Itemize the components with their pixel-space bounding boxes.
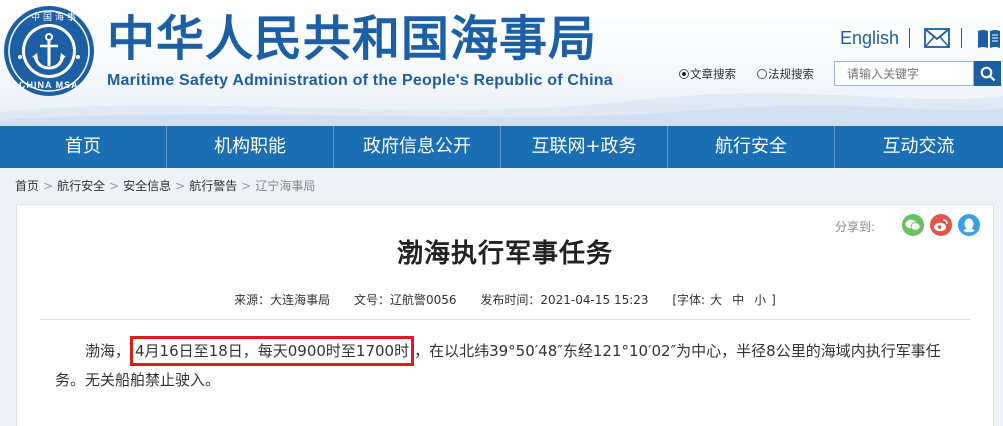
- main-nav: 首页 机构职能 政府信息公开 互联网+政务 航行安全 互动交流: [0, 126, 1003, 168]
- article-body: 渤海， 4月16日至18日，每天0900时至1700时 ，在以北纬39°50′48″…: [55, 336, 955, 395]
- font-size-controls: [字体: 大中小]: [672, 293, 775, 307]
- article-publish-time: 发布时间：2021-04-15 15:23: [480, 293, 649, 307]
- article-panel: 分享到: 渤海执行军事任务 来源：大连海事局 文号：辽航警0056 发布时间：2…: [16, 204, 994, 426]
- logo-text-bottom: CHINA MSA: [19, 80, 79, 90]
- nav-item-gov-info[interactable]: 政府信息公开: [334, 126, 501, 168]
- logo-text-top: 中国海事: [31, 13, 80, 23]
- site-header: 中国海事 CHINA MSA 中华人民共和国海事局 Maritime Safet…: [0, 0, 1003, 126]
- font-size-close: ]: [771, 293, 776, 307]
- radio-selected-icon: [679, 69, 689, 79]
- article-meta: 来源：大连海事局 文号：辽航警0056 发布时间：2021-04-15 15:2…: [17, 291, 993, 308]
- nav-item-navigation-safety[interactable]: 航行安全: [668, 126, 835, 168]
- font-size-medium[interactable]: 中: [732, 293, 744, 307]
- search-option-regulation-label: 法规搜索: [768, 67, 814, 81]
- breadcrumb-separator: >: [241, 179, 252, 193]
- font-size-label: [字体:: [672, 293, 706, 307]
- site-title-cn: 中华人民共和国海事局: [107, 11, 598, 67]
- book-icon[interactable]: [976, 28, 1002, 50]
- article-title: 渤海执行军事任务: [396, 239, 613, 269]
- highlighted-date-range: 4月16日至18日，每天0900时至1700时: [130, 336, 415, 366]
- english-link[interactable]: English: [840, 28, 899, 49]
- header-separator: [961, 28, 962, 48]
- breadcrumb-separator: >: [175, 179, 186, 193]
- search-option-article-label: 文章搜索: [690, 67, 736, 81]
- nav-item-internet-gov[interactable]: 互联网+政务: [501, 126, 668, 168]
- site-title-en: Maritime Safety Administration of the Pe…: [107, 72, 613, 89]
- search-option-article[interactable]: 文章搜索: [679, 66, 736, 82]
- mail-icon[interactable]: [924, 28, 950, 48]
- article-body-prefix: 渤海，: [85, 342, 131, 360]
- font-size-small[interactable]: 小: [754, 293, 766, 307]
- breadcrumb-navigation-safety[interactable]: 航行安全: [57, 179, 105, 193]
- breadcrumb-current[interactable]: 辽宁海事局: [255, 179, 315, 193]
- font-size-large[interactable]: 大: [710, 293, 722, 307]
- meta-divider: [40, 319, 970, 320]
- search-button[interactable]: [974, 61, 1001, 86]
- nav-item-interaction[interactable]: 互动交流: [835, 126, 1002, 168]
- nav-item-home[interactable]: 首页: [0, 126, 167, 168]
- breadcrumb-separator: >: [109, 179, 120, 193]
- search-input[interactable]: [834, 61, 974, 86]
- breadcrumb-safety-info[interactable]: 安全信息: [123, 179, 171, 193]
- header-separator: [909, 28, 910, 48]
- article-doc-number: 文号：辽航警0056: [354, 293, 457, 307]
- breadcrumb-separator: >: [43, 179, 54, 193]
- article-source: 来源：大连海事局: [234, 293, 331, 307]
- breadcrumb-nav-warning[interactable]: 航行警告: [189, 179, 237, 193]
- breadcrumb: 首页 > 航行安全 > 安全信息 > 航行警告 > 辽宁海事局: [0, 168, 1003, 204]
- search-icon: [980, 66, 995, 81]
- search-option-regulation[interactable]: 法规搜索: [757, 66, 814, 82]
- radio-unselected-icon: [757, 69, 767, 79]
- nav-item-functions[interactable]: 机构职能: [167, 126, 334, 168]
- breadcrumb-home[interactable]: 首页: [15, 179, 39, 193]
